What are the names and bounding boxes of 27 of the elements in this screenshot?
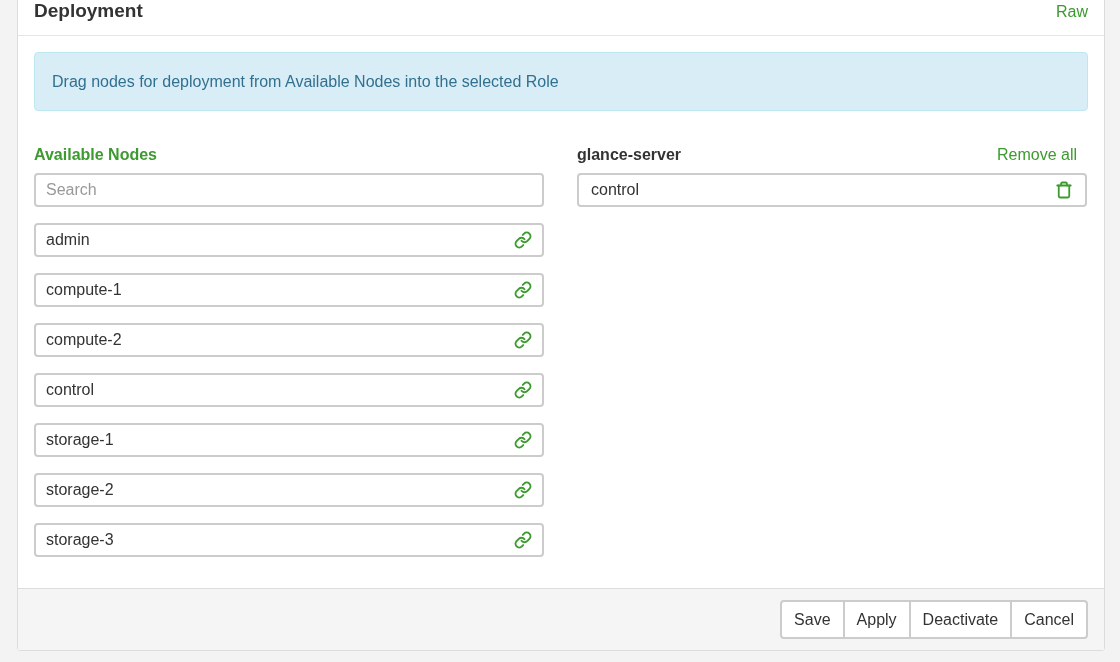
info-alert: Drag nodes for deployment from Available Nodes into the selected Role	[34, 52, 1088, 111]
chain-link-icon[interactable]	[514, 381, 532, 399]
node-item[interactable]: compute-1	[34, 273, 544, 307]
trash-icon[interactable]	[1055, 181, 1073, 199]
chain-link-icon[interactable]	[514, 531, 532, 549]
footer-button[interactable]: Cancel	[1010, 600, 1088, 639]
node-item[interactable]: admin	[34, 223, 544, 257]
node-item[interactable]: storage-3	[34, 523, 544, 557]
search-field[interactable]: Search	[34, 173, 544, 207]
chain-link-icon[interactable]	[514, 231, 532, 249]
chain-link-icon[interactable]	[514, 331, 532, 349]
panel-title: Deployment	[34, 0, 143, 22]
footer-button[interactable]: Apply	[842, 600, 911, 639]
node-item[interactable]: control	[34, 373, 544, 407]
role-name: glance-server	[577, 145, 682, 165]
chain-link-icon[interactable]	[514, 481, 532, 499]
remove-all-link[interactable]: Remove all	[996, 145, 1077, 165]
chain-link-icon[interactable]	[514, 281, 532, 299]
available-nodes-heading: Available Nodes	[34, 145, 158, 165]
assigned-node-item[interactable]: control	[577, 173, 1087, 207]
chain-link-icon[interactable]	[514, 431, 532, 449]
footer-button[interactable]: Deactivate	[908, 600, 1013, 639]
node-item[interactable]: compute-2	[34, 323, 544, 357]
node-item[interactable]: storage-1	[34, 423, 544, 457]
footer-button[interactable]: Save	[780, 600, 845, 639]
raw-link[interactable]: Raw	[1056, 1, 1088, 23]
node-item[interactable]: storage-2	[34, 473, 544, 507]
